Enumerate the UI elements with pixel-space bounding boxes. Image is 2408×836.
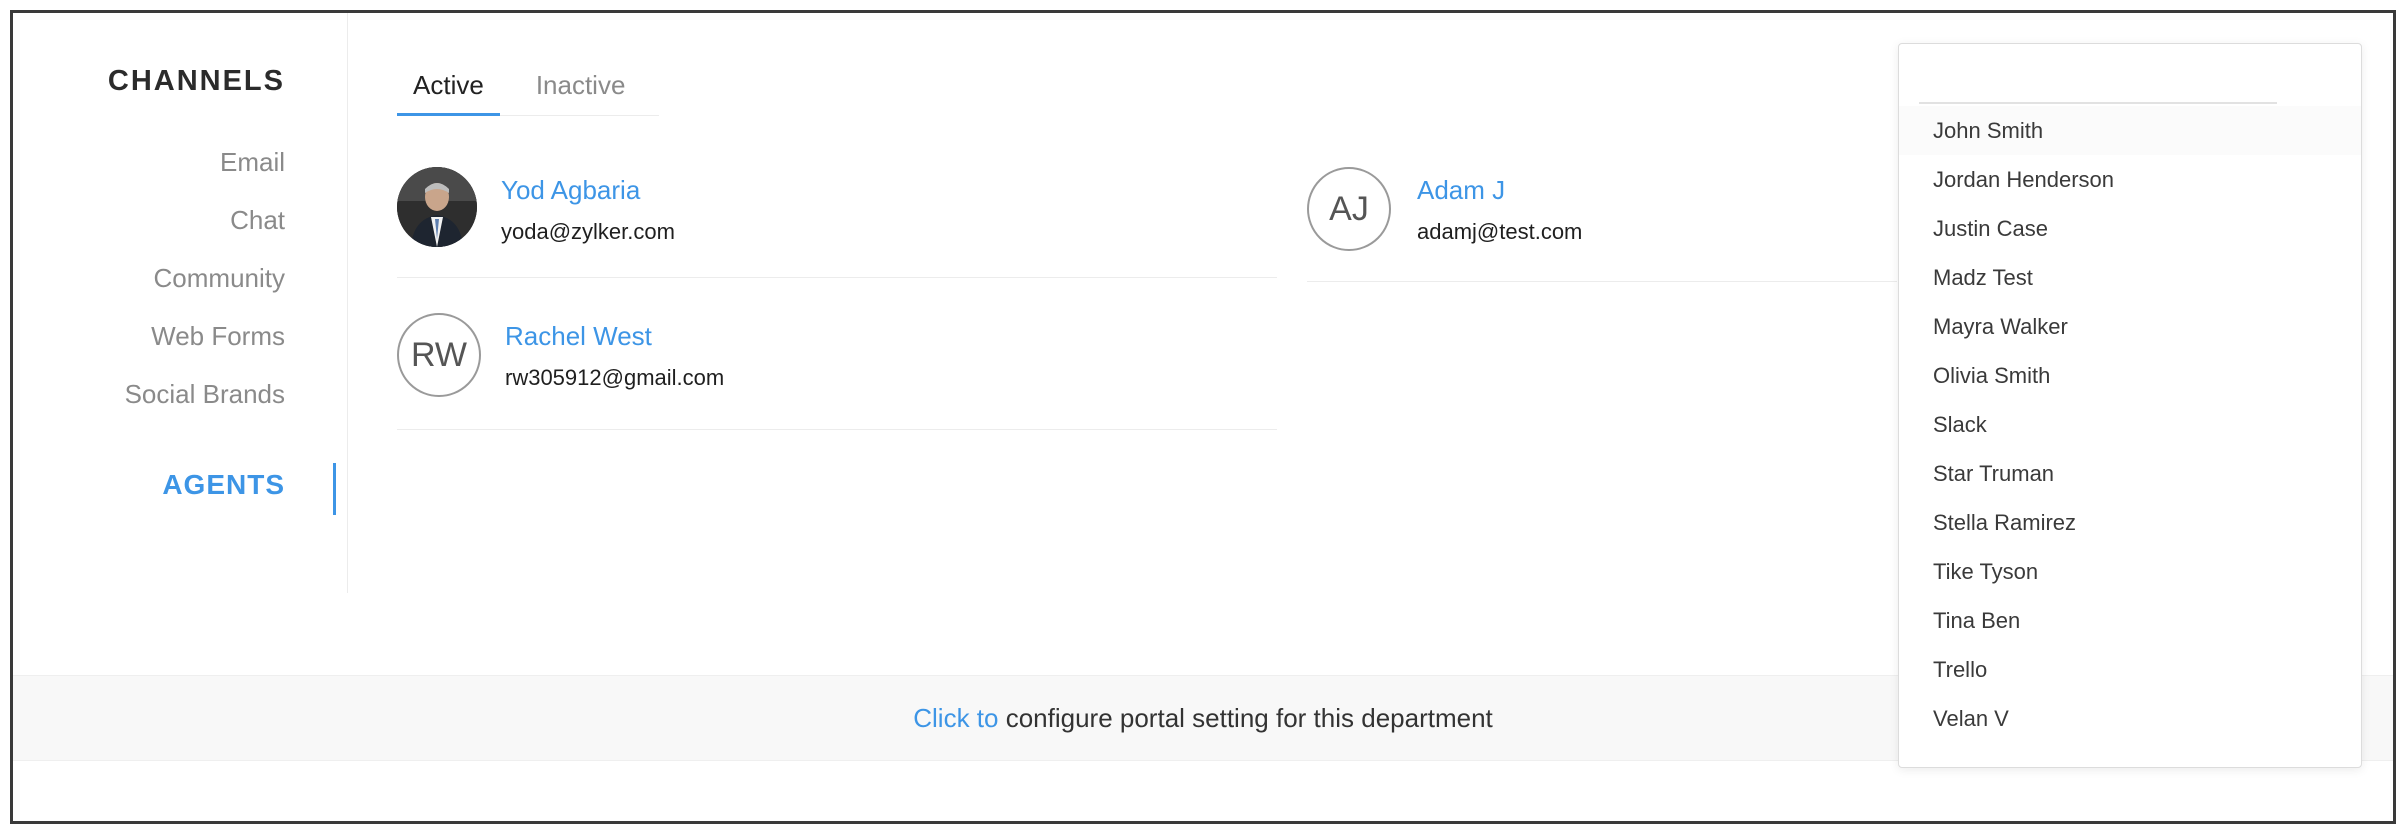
agent-search-input[interactable]: [1919, 64, 2277, 104]
channels-heading: CHANNELS: [107, 65, 285, 97]
agent-option[interactable]: Trello: [1899, 645, 2361, 694]
agent-name[interactable]: Rachel West: [505, 321, 652, 352]
agent-option[interactable]: Slack: [1899, 400, 2361, 449]
agent-option[interactable]: Star Truman: [1899, 449, 2361, 498]
person-photo-icon: [397, 167, 477, 247]
agent-name[interactable]: Yod Agbaria: [501, 175, 640, 206]
agent-option[interactable]: John Smith: [1899, 106, 2361, 155]
portal-settings-text: configure portal setting for this depart…: [998, 703, 1493, 733]
agent-option[interactable]: Olivia Smith: [1899, 351, 2361, 400]
tab-active[interactable]: Active: [397, 57, 500, 116]
configure-portal-link[interactable]: Click to: [913, 703, 998, 733]
agent-option[interactable]: Stella Ramirez: [1899, 498, 2361, 547]
agent-photo-avatar: [397, 167, 477, 247]
agent-status-tabs: Active Inactive: [397, 57, 659, 116]
agent-email: yoda@zylker.com: [501, 219, 675, 244]
agent-option[interactable]: Mayra Walker: [1899, 302, 2361, 351]
agent-option[interactable]: Madz Test: [1899, 253, 2361, 302]
active-nav-indicator: [333, 463, 336, 515]
tab-inactive[interactable]: Inactive: [520, 57, 642, 113]
agent-name[interactable]: Adam J: [1417, 175, 1505, 206]
nav-item-community[interactable]: Community: [125, 249, 285, 307]
nav-item-agents[interactable]: AGENTS: [162, 469, 285, 501]
nav-item-social-brands[interactable]: Social Brands: [125, 365, 285, 423]
agent-options-list: John Smith Jordan Henderson Justin Case …: [1899, 106, 2361, 743]
agent-option[interactable]: Tina Ben: [1899, 596, 2361, 645]
channels-list: Email Chat Community Web Forms Social Br…: [125, 133, 285, 423]
agent-initials-avatar: RW: [397, 313, 481, 397]
agent-email: adamj@test.com: [1417, 219, 1583, 244]
agent-initials-avatar: AJ: [1307, 167, 1391, 251]
left-nav: CHANNELS Email Chat Community Web Forms …: [13, 13, 348, 593]
nav-item-email[interactable]: Email: [125, 133, 285, 191]
agent-option[interactable]: Jordan Henderson: [1899, 155, 2361, 204]
agent-card: AJ Adam J adamj@test.com: [1307, 159, 1897, 282]
agent-option[interactable]: Tike Tyson: [1899, 547, 2361, 596]
agent-option[interactable]: Velan V: [1899, 694, 2361, 743]
agent-email: rw305912@gmail.com: [505, 365, 725, 390]
nav-item-chat[interactable]: Chat: [125, 191, 285, 249]
agent-card: RW Rachel West rw305912@gmail.com: [397, 307, 1277, 430]
agent-option[interactable]: Justin Case: [1899, 204, 2361, 253]
agent-card: Yod Agbaria yoda@zylker.com: [397, 159, 1277, 278]
app-frame: CHANNELS Email Chat Community Web Forms …: [10, 10, 2396, 824]
agent-picker-dropdown: John Smith Jordan Henderson Justin Case …: [1898, 43, 2362, 768]
nav-item-web-forms[interactable]: Web Forms: [125, 307, 285, 365]
